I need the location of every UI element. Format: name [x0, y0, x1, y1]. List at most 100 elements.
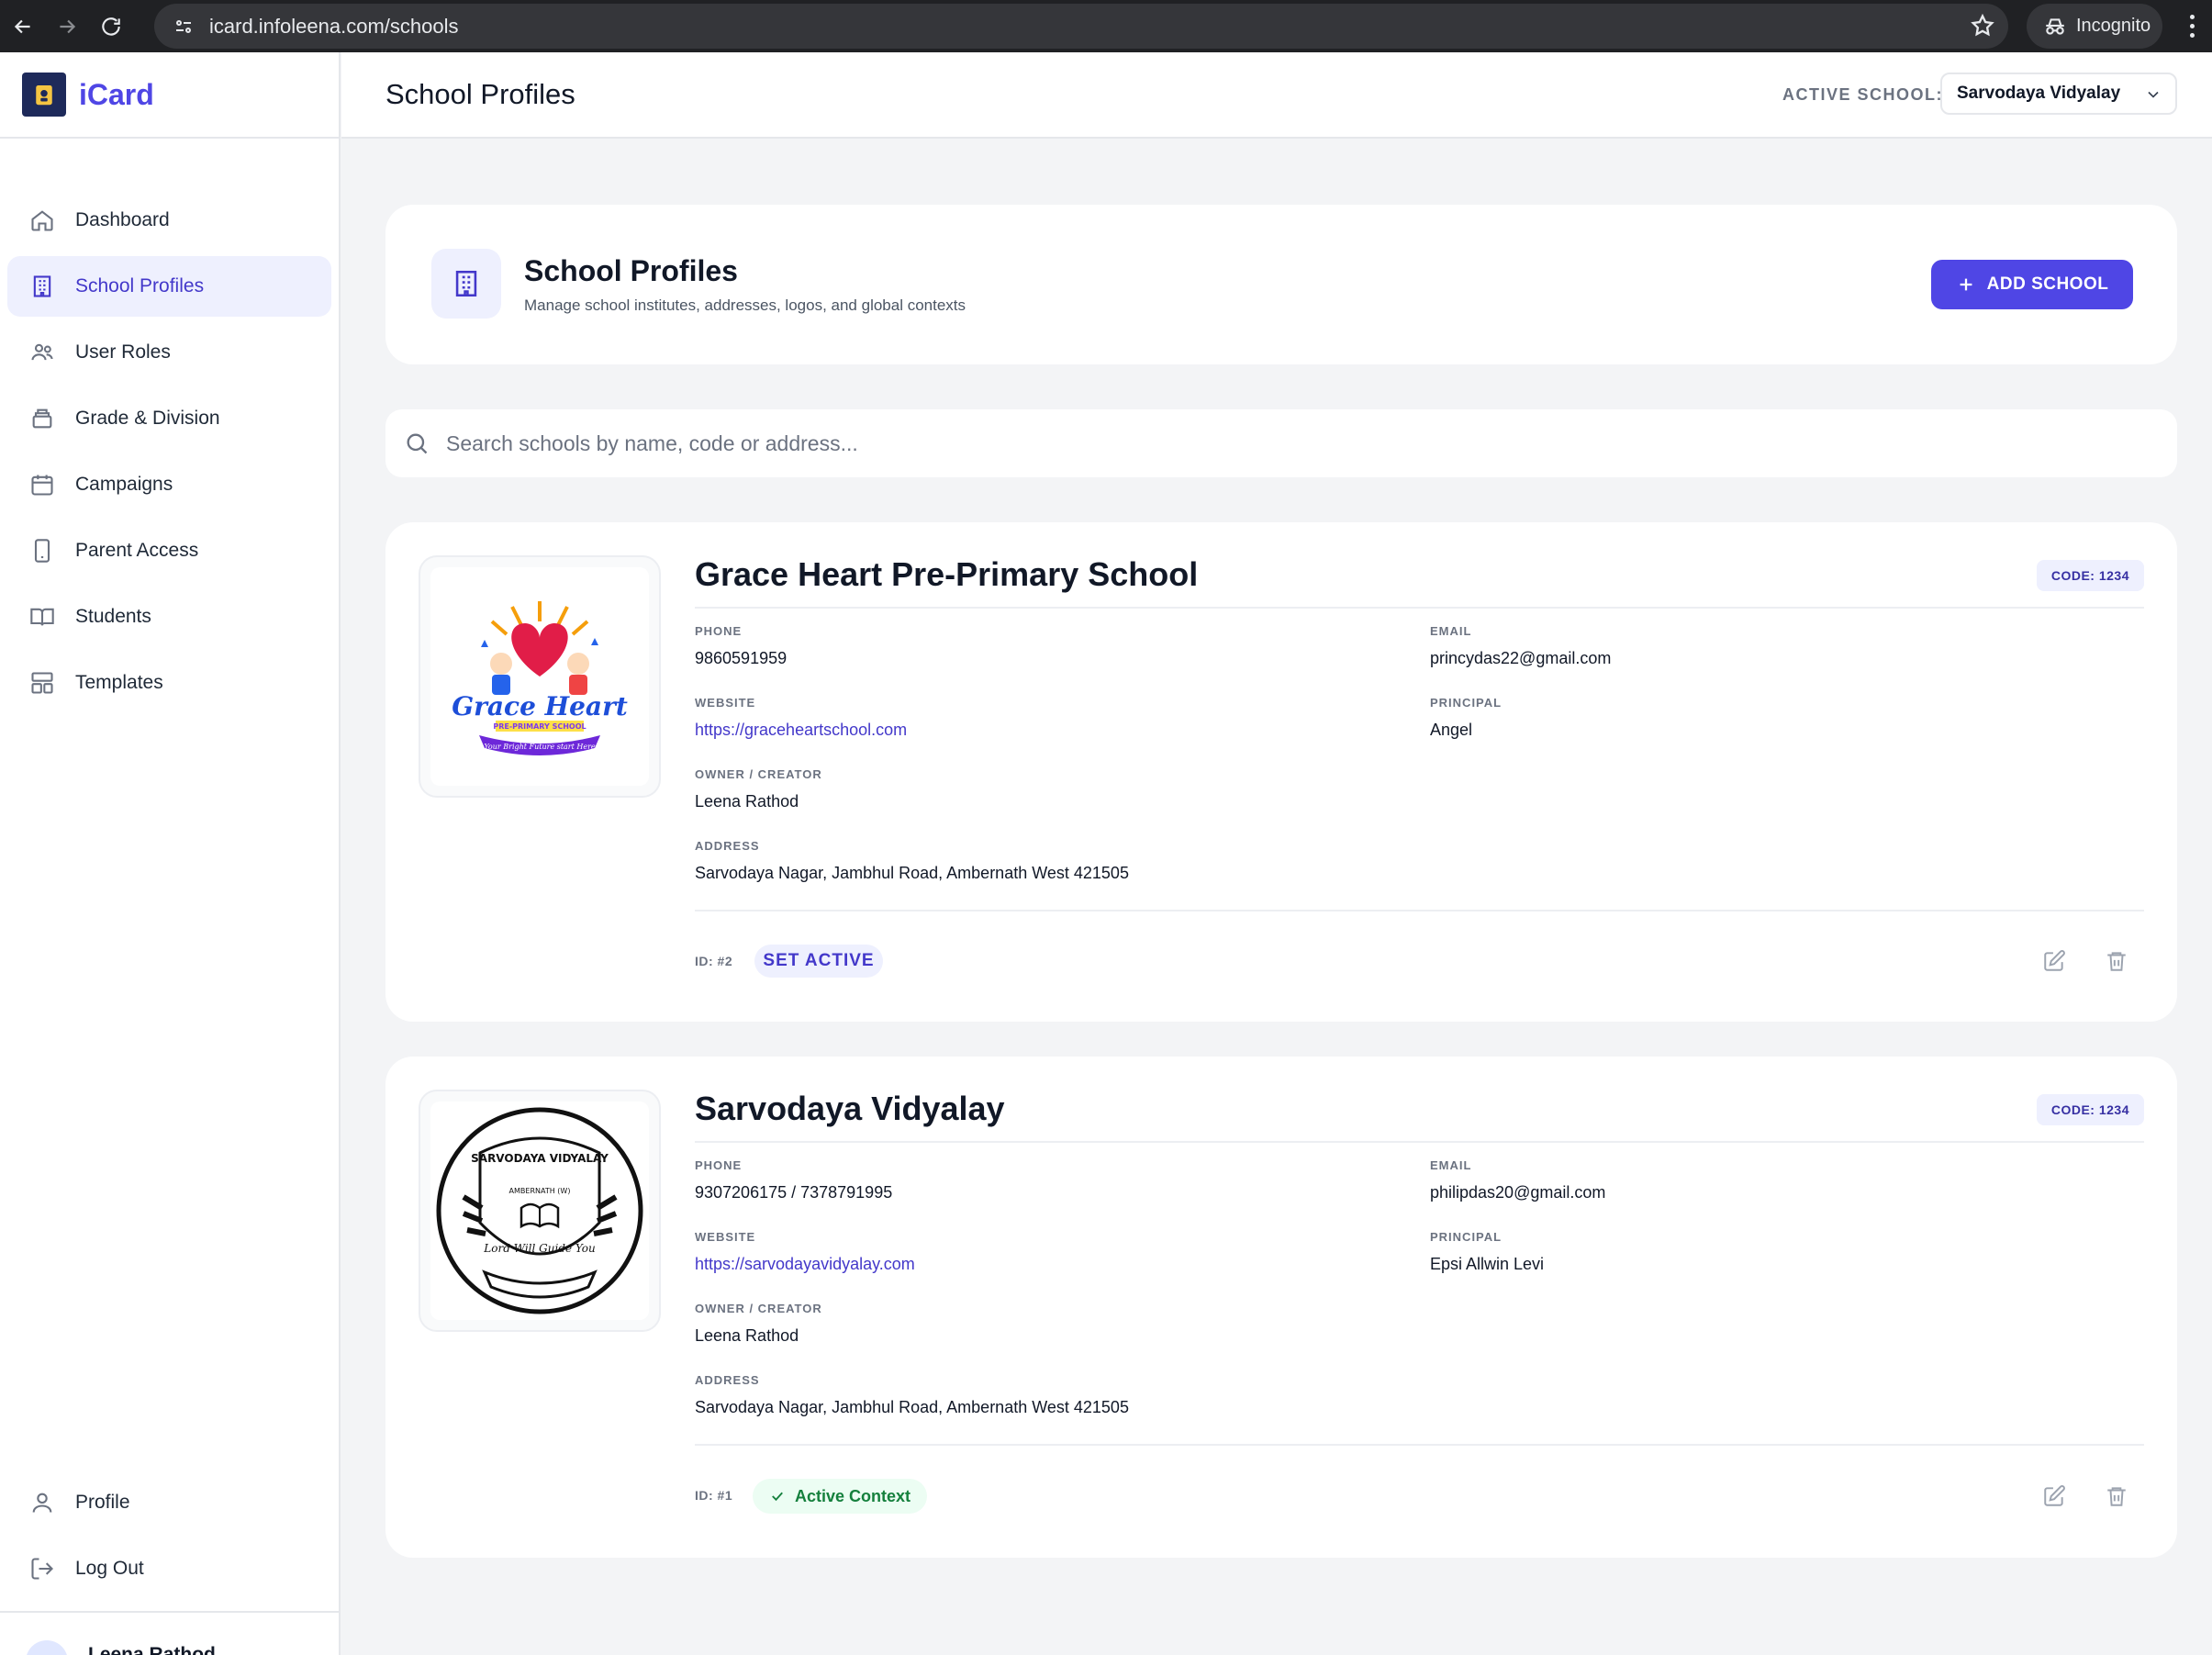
- owner-value: Leena Rathod: [695, 1326, 799, 1345]
- logo-text-line3: Lord Will Guide You: [483, 1242, 595, 1255]
- building-icon: [431, 249, 501, 319]
- principal-label: PRINCIPAL: [1430, 1230, 1503, 1244]
- sidebar: iCard Dashboard School Profiles User Rol…: [0, 52, 341, 1655]
- email-field: EMAIL princydas22@gmail.com: [1430, 624, 1611, 668]
- website-link[interactable]: https://sarvodayavidyalay.com: [695, 1255, 915, 1274]
- site-info-icon[interactable]: [163, 6, 204, 47]
- school-name: Sarvodaya Vidyalay: [695, 1090, 1005, 1127]
- back-button[interactable]: [2, 6, 44, 48]
- sidebar-item-templates[interactable]: Templates: [7, 653, 331, 713]
- grace-heart-logo-image: Grace Heart PRE-PRIMARY SCHOOL Your Brig…: [452, 601, 628, 755]
- school-id: ID: #2: [695, 954, 733, 968]
- address-field: ADDRESS Sarvodaya Nagar, Jambhul Road, A…: [695, 839, 1129, 883]
- sidebar-item-profile[interactable]: Profile: [7, 1472, 331, 1533]
- sidebar-item-dashboard[interactable]: Dashboard: [7, 190, 331, 251]
- incognito-label: Incognito: [2076, 16, 2151, 36]
- active-context-label: Active Context: [794, 1486, 911, 1505]
- address-field: ADDRESS Sarvodaya Nagar, Jambhul Road, A…: [695, 1373, 1129, 1417]
- active-context-badge: Active Context: [753, 1479, 927, 1514]
- reload-button[interactable]: [90, 6, 132, 48]
- address-bar[interactable]: icard.infoleena.com/schools: [154, 4, 2008, 49]
- browser-menu-icon[interactable]: [2181, 9, 2203, 42]
- check-icon: [772, 1492, 783, 1502]
- brand[interactable]: iCard: [0, 52, 339, 139]
- brand-logo-icon: [22, 73, 66, 117]
- incognito-icon: [2046, 17, 2064, 35]
- active-school-value: Sarvodaya Vidyalay: [1957, 84, 2121, 103]
- sidebar-item-label: Profile: [75, 1492, 130, 1513]
- sidebar-item-label: Grade & Division: [75, 408, 220, 429]
- owner-label: OWNER / CREATOR: [695, 767, 822, 781]
- edit-button[interactable]: [2039, 946, 2069, 976]
- principal-field: PRINCIPAL Angel: [1430, 696, 1502, 740]
- address-value: Sarvodaya Nagar, Jambhul Road, Ambernath…: [695, 1398, 1129, 1416]
- owner-value: Leena Rathod: [695, 792, 799, 811]
- delete-button[interactable]: [2102, 1482, 2131, 1511]
- edit-icon: [2044, 1485, 2065, 1506]
- edit-icon: [2044, 950, 2065, 971]
- school-code-badge: CODE: 1234: [2036, 1094, 2144, 1125]
- incognito-badge[interactable]: Incognito: [2027, 4, 2162, 49]
- email-value: princydas22@gmail.com: [1430, 649, 1612, 667]
- sidebar-item-label: School Profiles: [75, 275, 205, 296]
- page-hero: School Profiles Manage school institutes…: [385, 205, 2177, 364]
- brand-name: iCard: [79, 77, 154, 111]
- sidebar-item-label: Log Out: [75, 1558, 144, 1579]
- phone-label: PHONE: [695, 1158, 743, 1172]
- website-label: WEBSITE: [695, 696, 756, 710]
- divider: [695, 910, 2144, 911]
- search-input[interactable]: [446, 431, 2098, 456]
- principal-field: PRINCIPAL Epsi Allwin Levi: [1430, 1230, 1544, 1274]
- edit-button[interactable]: [2039, 1482, 2069, 1511]
- sidebar-item-logout[interactable]: Log Out: [7, 1538, 331, 1599]
- logo-text-line1: SARVODAYA VIDYALAY: [471, 1152, 609, 1165]
- sidebar-item-parent-access[interactable]: Parent Access: [7, 520, 331, 581]
- hero-title: School Profiles: [524, 254, 738, 287]
- school-code-badge: CODE: 1234: [2036, 560, 2144, 591]
- logo-text-line2: PRE-PRIMARY SCHOOL: [493, 722, 586, 731]
- owner-field: OWNER / CREATOR Leena Rathod: [695, 1302, 822, 1346]
- active-school-select[interactable]: Sarvodaya Vidyalay: [1940, 73, 2177, 115]
- phone-value: 9307206175 / 7378791995: [695, 1183, 893, 1202]
- arrow-right-icon: [60, 19, 76, 33]
- sidebar-nav: Dashboard School Profiles User Roles Gra…: [0, 139, 339, 713]
- website-field: WEBSITE https://sarvodayavidyalay.com: [695, 1230, 915, 1274]
- user-strip[interactable]: Leena Rathod: [0, 1611, 339, 1655]
- logo-text-line2: AMBERNATH (W): [509, 1187, 571, 1195]
- sidebar-item-campaigns[interactable]: Campaigns: [7, 454, 331, 515]
- sidebar-item-school-profiles[interactable]: School Profiles: [7, 256, 331, 317]
- phone-value: 9860591959: [695, 649, 788, 667]
- email-label: EMAIL: [1430, 624, 1472, 638]
- divider: [695, 1141, 2144, 1143]
- avatar: [26, 1640, 68, 1655]
- active-school-label: ACTIVE SCHOOL:: [1782, 85, 1944, 104]
- bookmark-star-icon[interactable]: [1970, 13, 1995, 39]
- divider: [695, 1444, 2144, 1446]
- sidebar-item-students[interactable]: Students: [7, 587, 331, 647]
- sidebar-item-user-roles[interactable]: User Roles: [7, 322, 331, 383]
- sidebar-item-label: Students: [75, 606, 151, 627]
- page-title: School Profiles: [385, 78, 575, 110]
- website-field: WEBSITE https://graceheartschool.com: [695, 696, 907, 740]
- user-name: Leena Rathod: [88, 1644, 216, 1655]
- email-value: philipdas20@gmail.com: [1430, 1183, 1606, 1202]
- sidebar-item-grade-division[interactable]: Grade & Division: [7, 388, 331, 449]
- school-card: Grace Heart PRE-PRIMARY SCHOOL Your Brig…: [385, 522, 2177, 1022]
- add-school-button[interactable]: ADD SCHOOL: [1931, 260, 2133, 309]
- delete-button[interactable]: [2102, 946, 2131, 976]
- phone-field: PHONE 9307206175 / 7378791995: [695, 1158, 892, 1202]
- arrow-left-icon: [14, 19, 30, 33]
- url-text: icard.infoleena.com/schools: [209, 14, 459, 38]
- website-link[interactable]: https://graceheartschool.com: [695, 721, 907, 740]
- logo-text-line3: Your Bright Future start Here: [484, 743, 596, 751]
- sidebar-item-label: User Roles: [75, 341, 171, 363]
- owner-label: OWNER / CREATOR: [695, 1302, 822, 1315]
- book-icon: [30, 608, 54, 626]
- forward-button[interactable]: [46, 6, 88, 48]
- school-id: ID: #1: [695, 1488, 733, 1503]
- calendar-icon: [31, 475, 53, 496]
- top-header: School Profiles ACTIVE SCHOOL: Sarvodaya…: [341, 52, 2212, 139]
- building-icon: [33, 275, 51, 297]
- layout-icon: [31, 672, 53, 694]
- set-active-button[interactable]: SET ACTIVE: [754, 945, 883, 978]
